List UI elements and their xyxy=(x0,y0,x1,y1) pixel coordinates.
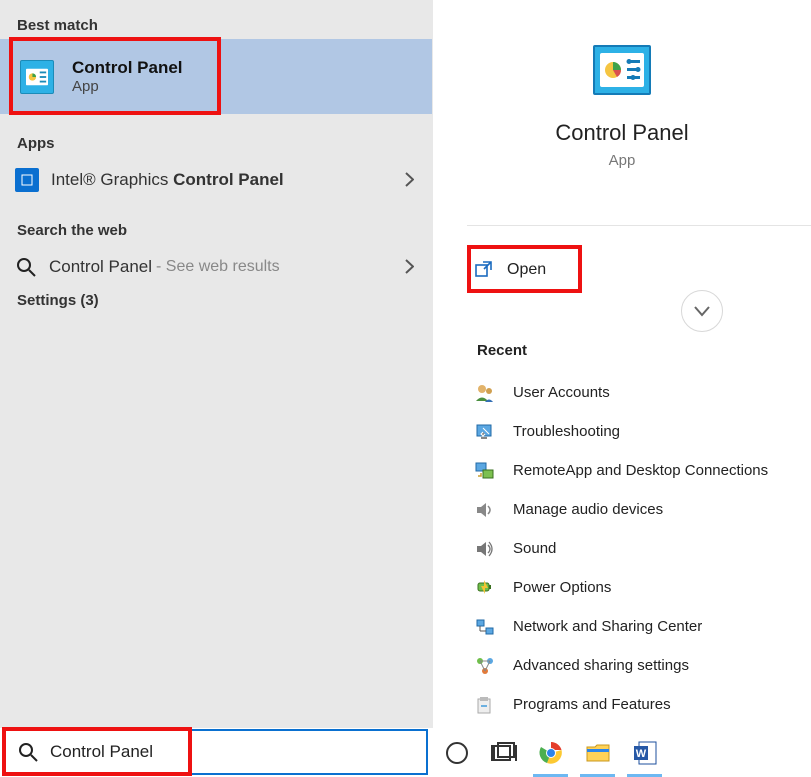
recent-item-label: Power Options xyxy=(513,579,611,596)
section-settings[interactable]: Settings (3) xyxy=(0,292,99,309)
taskbar-cortana-icon[interactable] xyxy=(433,728,480,777)
recent-item-audio-devices[interactable]: Manage audio devices xyxy=(467,490,802,529)
taskbar-word-icon[interactable]: W xyxy=(621,728,668,777)
power-options-icon xyxy=(475,578,495,598)
control-panel-large-icon xyxy=(593,45,651,95)
taskbar-chrome-icon[interactable] xyxy=(527,728,574,777)
search-icon xyxy=(18,742,38,762)
user-accounts-icon xyxy=(475,383,495,403)
action-open-label: Open xyxy=(507,261,546,279)
troubleshooting-icon xyxy=(475,422,495,442)
search-input[interactable] xyxy=(50,742,350,762)
hero-title: Control Panel xyxy=(433,120,811,146)
svg-text:W: W xyxy=(635,748,646,760)
recent-item-label: Sound xyxy=(513,540,556,557)
chevron-right-icon xyxy=(403,258,415,276)
recent-item-label: RemoteApp and Desktop Connections xyxy=(513,462,768,479)
app-hero: Control Panel App xyxy=(433,0,811,169)
apps-result-intel-graphics[interactable]: Intel® Graphics Control Panel xyxy=(0,152,433,207)
programs-features-icon xyxy=(475,695,495,715)
taskbar: W xyxy=(433,728,811,777)
web-result-label: Control Panel xyxy=(49,257,152,277)
divider xyxy=(467,225,811,226)
search-results-left-pane: Best match Control Panel App Apps Intel®… xyxy=(0,0,433,728)
apps-result-label: Intel® Graphics Control Panel xyxy=(51,170,403,190)
recent-item-programs-features[interactable]: Programs and Features xyxy=(467,685,802,724)
recent-item-label: Troubleshooting xyxy=(513,423,620,440)
intel-graphics-icon xyxy=(15,168,39,192)
search-icon xyxy=(15,256,37,278)
taskbar-search-box[interactable] xyxy=(4,729,428,775)
section-apps: Apps Intel® Graphics Control Panel xyxy=(0,125,433,207)
recent-item-label: Programs and Features xyxy=(513,696,671,713)
action-open[interactable]: Open xyxy=(467,248,787,292)
recent-item-power-options[interactable]: Power Options xyxy=(467,568,802,607)
section-search-web: Search the web Control Panel - See web r… xyxy=(0,205,433,294)
section-header-settings: Settings (3) xyxy=(0,292,99,309)
hero-subtitle: App xyxy=(433,152,811,169)
recent-item-user-accounts[interactable]: User Accounts xyxy=(467,373,802,412)
expand-chevron-button[interactable] xyxy=(681,290,723,332)
recent-item-label: Advanced sharing settings xyxy=(513,657,689,674)
advanced-sharing-icon xyxy=(475,656,495,676)
section-header-recent: Recent xyxy=(477,342,527,359)
best-match-result[interactable]: Control Panel App xyxy=(0,39,432,114)
web-result-suffix: - See web results xyxy=(156,258,403,276)
recent-list: User Accounts Troubleshooting RemoteApp … xyxy=(467,373,802,724)
recent-item-remoteapp[interactable]: RemoteApp and Desktop Connections xyxy=(467,451,802,490)
best-match-title: Control Panel xyxy=(72,58,183,78)
recent-item-troubleshooting[interactable]: Troubleshooting xyxy=(467,412,802,451)
sound-icon xyxy=(475,539,495,559)
remoteapp-icon xyxy=(475,461,495,481)
taskbar-file-explorer-icon[interactable] xyxy=(574,728,621,777)
recent-item-label: User Accounts xyxy=(513,384,610,401)
section-header-best-match: Best match xyxy=(0,0,433,34)
recent-item-label: Manage audio devices xyxy=(513,501,663,518)
section-header-web: Search the web xyxy=(0,205,433,239)
recent-item-advanced-sharing[interactable]: Advanced sharing settings xyxy=(467,646,802,685)
recent-item-sound[interactable]: Sound xyxy=(467,529,802,568)
web-result-control-panel[interactable]: Control Panel - See web results xyxy=(0,239,433,294)
open-icon xyxy=(475,261,493,279)
control-panel-icon xyxy=(20,60,54,94)
recent-item-network-sharing[interactable]: Network and Sharing Center xyxy=(467,607,802,646)
chevron-right-icon xyxy=(403,171,415,189)
best-match-subtitle: App xyxy=(72,78,183,95)
audio-devices-icon xyxy=(475,500,495,520)
network-sharing-icon xyxy=(475,617,495,637)
recent-item-label: Network and Sharing Center xyxy=(513,618,702,635)
taskbar-taskview-icon[interactable] xyxy=(480,728,527,777)
section-header-apps: Apps xyxy=(0,125,433,152)
